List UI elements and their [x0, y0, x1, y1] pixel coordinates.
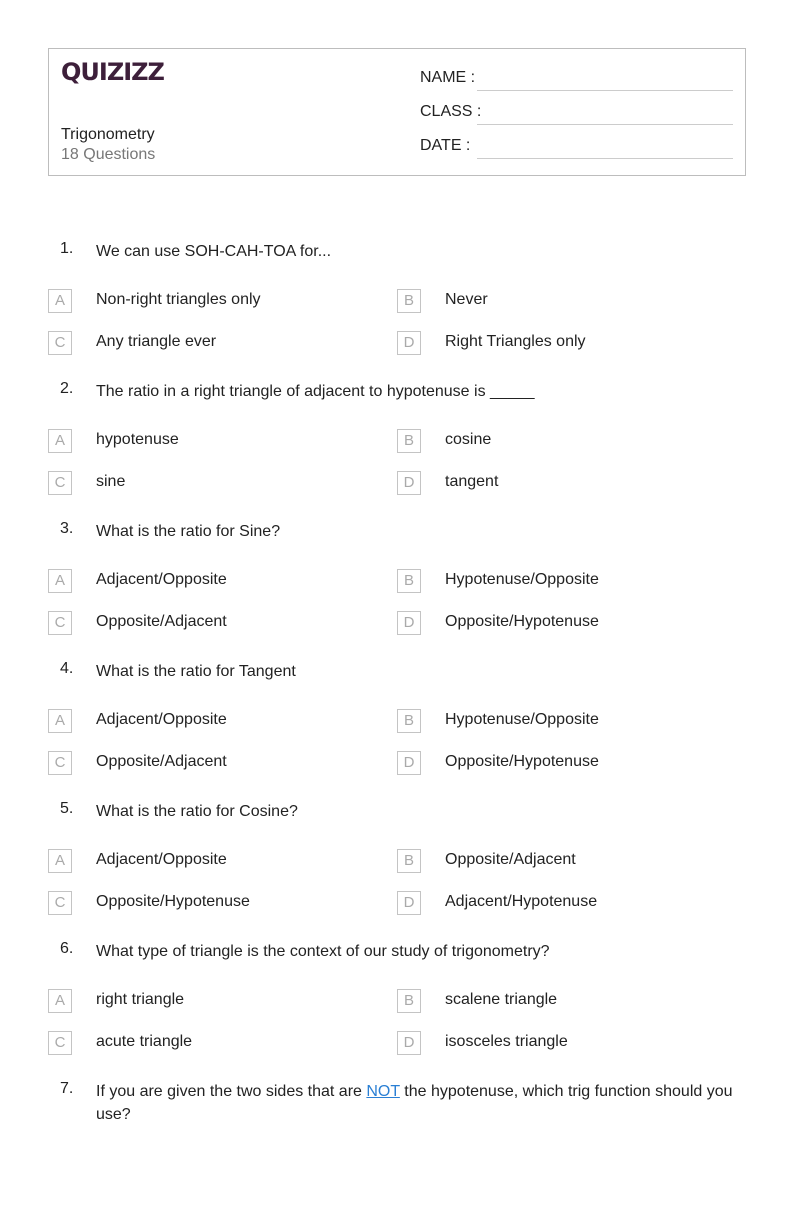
- option-letter-box[interactable]: C: [48, 891, 72, 915]
- option-text: acute triangle: [96, 1033, 193, 1050]
- option-letter-box[interactable]: C: [48, 331, 72, 355]
- option-letter-box[interactable]: D: [397, 1031, 421, 1055]
- worksheet-title: Trigonometry: [61, 126, 155, 143]
- question: 3. What is the ratio for Sine? A Adjacent/O…: [0, 520, 794, 660]
- option-letter-box[interactable]: B: [397, 429, 421, 453]
- worksheet-header: QUIZIZZ Trigonometry 18 Questions NAME :…: [48, 48, 746, 176]
- option-text: hypotenuse: [96, 431, 179, 448]
- option-letter-box[interactable]: C: [48, 1031, 72, 1055]
- option-text: Opposite/Adjacent: [96, 753, 227, 770]
- option-letter-box[interactable]: A: [48, 709, 72, 733]
- question-text: We can use SOH-CAH-TOA for...: [96, 243, 332, 260]
- class-label: CLASS :: [420, 103, 482, 120]
- date-field[interactable]: DATE :: [420, 135, 733, 159]
- option-letter-box[interactable]: A: [48, 849, 72, 873]
- option-text: sine: [96, 473, 126, 490]
- question: 4. What is the ratio for Tangent A Adjacent…: [0, 660, 794, 800]
- option-text: cosine: [445, 431, 492, 448]
- option-text: Adjacent/Opposite: [96, 711, 227, 728]
- quizizz-logo: QUIZIZZ: [61, 58, 165, 86]
- question: 2. The ratio in a right triangle of adjac…: [0, 380, 794, 520]
- option-text: Opposite/Hypotenuse: [96, 893, 250, 910]
- question-number: 5.: [60, 800, 74, 817]
- question-text: What is the ratio for Sine?: [96, 523, 281, 540]
- option-letter-box[interactable]: D: [397, 331, 421, 355]
- question: 5. What is the ratio for Cosine? A Adjacent…: [0, 800, 794, 940]
- name-label: NAME :: [420, 69, 476, 86]
- question-number: 4.: [60, 660, 74, 677]
- option-text: Right Triangles only: [445, 333, 586, 350]
- option-letter-box[interactable]: C: [48, 471, 72, 495]
- option-letter-box[interactable]: C: [48, 611, 72, 635]
- name-line[interactable]: [477, 90, 733, 91]
- option-text: Non-right triangles only: [96, 291, 261, 308]
- option-text: tangent: [445, 473, 499, 490]
- question-text: What is the ratio for Tangent: [96, 663, 296, 680]
- name-field[interactable]: NAME :: [420, 67, 733, 91]
- option-text: Adjacent/Opposite: [96, 571, 227, 588]
- option-letter-box[interactable]: D: [397, 891, 421, 915]
- question-number: 1.: [60, 240, 74, 257]
- option-letter-box[interactable]: B: [397, 989, 421, 1013]
- question: 7. If you are given the two sides that ar…: [0, 1080, 794, 1220]
- question-number: 2.: [60, 380, 74, 397]
- option-text: Hypotenuse/Opposite: [445, 571, 599, 588]
- question-number: 6.: [60, 940, 74, 957]
- question: 6. What type of triangle is the context o…: [0, 940, 794, 1080]
- question-number: 7.: [60, 1080, 74, 1097]
- option-text: Adjacent/Hypotenuse: [445, 893, 598, 910]
- option-text: Opposite/Hypotenuse: [445, 753, 599, 770]
- question-number: 3.: [60, 520, 74, 537]
- option-letter-box[interactable]: B: [397, 289, 421, 313]
- date-label: DATE :: [420, 137, 471, 154]
- option-letter-box[interactable]: A: [48, 289, 72, 313]
- option-letter-box[interactable]: C: [48, 751, 72, 775]
- option-text: Hypotenuse/Opposite: [445, 711, 599, 728]
- question-text-part: If you are given the two sides that are: [96, 1083, 367, 1100]
- option-text: Adjacent/Opposite: [96, 851, 227, 868]
- option-text: Opposite/Adjacent: [96, 613, 227, 630]
- class-line[interactable]: [477, 124, 733, 125]
- class-field[interactable]: CLASS :: [420, 101, 733, 125]
- option-text: isosceles triangle: [445, 1033, 568, 1050]
- option-text: scalene triangle: [445, 991, 558, 1008]
- option-letter-box[interactable]: D: [397, 611, 421, 635]
- option-text: Never: [445, 291, 488, 308]
- emphasis-link[interactable]: NOT: [366, 1083, 399, 1100]
- question-text: What is the ratio for Cosine?: [96, 803, 298, 820]
- option-letter-box[interactable]: B: [397, 709, 421, 733]
- date-line[interactable]: [477, 158, 733, 159]
- question-list: 1. We can use SOH-CAH-TOA for... A Non-righ…: [0, 240, 794, 1220]
- option-letter-box[interactable]: D: [397, 471, 421, 495]
- option-text: Opposite/Hypotenuse: [445, 613, 599, 630]
- option-text: Any triangle ever: [96, 333, 217, 350]
- option-letter-box[interactable]: D: [397, 751, 421, 775]
- option-text: right triangle: [96, 991, 185, 1008]
- option-letter-box[interactable]: A: [48, 429, 72, 453]
- question-text: What type of triangle is the context of …: [96, 943, 550, 960]
- question-text: The ratio in a right triangle of adjacen…: [96, 383, 535, 400]
- question: 1. We can use SOH-CAH-TOA for... A Non-righ…: [0, 240, 794, 380]
- question-count: 18 Questions: [61, 146, 156, 163]
- option-letter-box[interactable]: A: [48, 569, 72, 593]
- question-text: If you are given the two sides that are …: [96, 1080, 741, 1126]
- option-letter-box[interactable]: A: [48, 989, 72, 1013]
- option-letter-box[interactable]: B: [397, 569, 421, 593]
- option-text: Opposite/Adjacent: [445, 851, 576, 868]
- option-letter-box[interactable]: B: [397, 849, 421, 873]
